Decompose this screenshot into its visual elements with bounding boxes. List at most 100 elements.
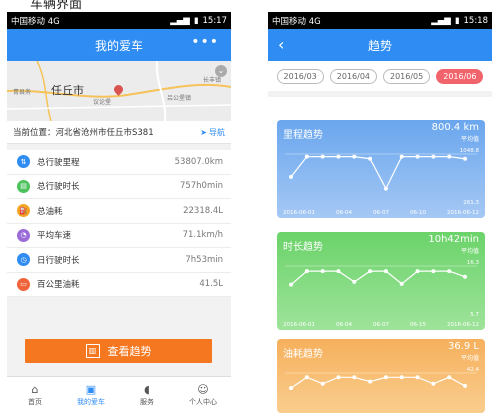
data-point	[320, 381, 325, 386]
stat-label: 总油耗	[37, 206, 63, 217]
data-point	[399, 154, 404, 159]
battery-icon: ▮	[193, 15, 199, 26]
stat-row[interactable]: ◔ 平均车速 71.1km/h	[7, 224, 231, 248]
status-bar: 中国移动 4G ▂▄▆ ▮ 15:18	[268, 12, 492, 29]
stat-row[interactable]: ▭ 百公里油耗 41.5L	[7, 273, 231, 297]
stat-label: 总行驶里程	[37, 157, 80, 168]
fuel-icon: ⛽	[17, 204, 30, 218]
trend-line-chart: 42.4	[285, 367, 480, 391]
tab-headset[interactable]: ◖ 服务	[119, 377, 175, 413]
map-view[interactable]: 青县务 议论堡 吕公堡镇 长丰镇 任丘市 ⌄	[7, 61, 231, 121]
data-point	[304, 269, 309, 274]
trend-card[interactable]: 里程趋势 800.4 km 平均值 1048.8 261.3 2016-06-01 06-0…	[277, 120, 485, 218]
x-tick-label: 06-04	[335, 210, 352, 216]
x-tick-label: 06-07	[372, 322, 389, 328]
stat-row[interactable]: ◷ 日行驶时长 7h53min	[7, 248, 231, 273]
x-tick-label: 2016-06-01	[283, 322, 315, 328]
card-avg-label: 平均值	[460, 248, 479, 255]
top-bar: 我的爱车 •••	[7, 29, 231, 61]
stat-value: 53807.0km	[174, 156, 223, 167]
data-point	[415, 375, 420, 380]
data-point	[352, 279, 357, 284]
card-title: 油耗趋势	[283, 349, 323, 360]
data-point	[383, 375, 388, 380]
compass-icon[interactable]: ⌄	[215, 65, 227, 77]
speed-icon: ◔	[17, 228, 30, 242]
x-tick-label: 2016-06-12	[446, 322, 479, 328]
stat-row[interactable]: ▤ 总行驶时长 757h0min	[7, 175, 231, 199]
data-point	[304, 154, 309, 159]
series-line	[290, 156, 466, 190]
month-button[interactable]: 2016/05	[383, 68, 431, 84]
trend-screen: 中国移动 4G ▂▄▆ ▮ 15:18 ‹ 趋势 2016/03 2016/04 2…	[268, 12, 492, 413]
top-bar: ‹ 趋势	[268, 29, 492, 61]
data-point	[289, 174, 293, 179]
data-point	[289, 386, 293, 391]
card-avg-label: 平均值	[460, 355, 479, 362]
month-selector: 2016/03 2016/04 2016/05 2016/06	[268, 61, 492, 97]
card-value: 10h42min	[428, 234, 479, 245]
data-point	[447, 154, 452, 159]
trend-icon: ▥	[85, 344, 100, 358]
view-trend-button[interactable]: ▥ 查看趋势	[25, 339, 212, 363]
max-label: 16.3	[467, 260, 480, 266]
trend-card[interactable]: 时长趋势 10h42min 平均值 16.3 5.7 2016-06-01 06-04 06-…	[277, 232, 485, 330]
clock-icon: ▤	[17, 179, 30, 193]
data-point	[336, 154, 341, 159]
alarm-icon: ◷	[17, 253, 30, 267]
tab-label: 个人中心	[189, 397, 217, 406]
data-point	[304, 375, 309, 380]
bottom-tab-bar: ⌂ 首页 ▣ 我的爱车 ◖ 服务 ☺ 个人中心	[7, 376, 231, 413]
max-label: 42.4	[467, 367, 480, 373]
stat-value: 7h53min	[185, 254, 223, 265]
data-point	[431, 381, 436, 386]
data-point	[289, 282, 293, 287]
tab-car[interactable]: ▣ 我的爱车	[63, 377, 119, 413]
data-point	[320, 269, 325, 274]
data-point	[383, 269, 388, 274]
tab-label: 我的爱车	[77, 397, 105, 406]
map-city: 任丘市	[51, 84, 84, 97]
series-line	[290, 376, 466, 389]
tab-user[interactable]: ☺ 个人中心	[175, 377, 231, 413]
tab-home[interactable]: ⌂ 首页	[7, 377, 63, 413]
car-icon: ▣	[85, 382, 97, 396]
stats-list: ⇅ 总行驶里程 53807.0km ▤ 总行驶时长 757h0min ⛽ 总油耗 22318.4…	[7, 150, 231, 297]
x-tick-label: 06-04	[335, 322, 352, 328]
time-label: 15:17	[202, 15, 228, 26]
x-axis-labels: 2016-06-01 06-04 06-07 06-15 2016-06-12	[283, 322, 479, 328]
data-point	[463, 274, 467, 279]
x-tick-label: 06-07	[372, 210, 389, 216]
navigate-button[interactable]: ➤ 导航	[200, 127, 225, 138]
stat-value: 41.5L	[199, 279, 223, 290]
month-button[interactable]: 2016/03	[276, 68, 324, 84]
more-dots-icon[interactable]: •••	[191, 34, 219, 50]
current-location: 当前位置：河北省沧州市任丘市S381	[13, 128, 154, 138]
user-icon: ☺	[197, 382, 209, 396]
card-value: 36.9 L	[447, 341, 479, 352]
back-arrow-icon[interactable]: ‹	[278, 35, 284, 54]
data-point	[399, 375, 404, 380]
data-point	[463, 383, 467, 388]
page-caption: 车辆界面	[30, 0, 83, 12]
month-button[interactable]: 2016/06	[436, 68, 484, 84]
card-title: 时长趋势	[283, 242, 323, 253]
data-point	[431, 154, 436, 159]
month-button[interactable]: 2016/04	[329, 68, 377, 84]
stat-row[interactable]: ⛽ 总油耗 22318.4L	[7, 199, 231, 224]
data-point	[447, 375, 452, 380]
trend-card[interactable]: 油耗趋势 36.9 L 平均值 42.4	[277, 339, 485, 413]
x-axis-labels: 2016-06-01 06-04 06-07 06-10 2016-06-12	[283, 210, 479, 216]
card-header: 油耗趋势 36.9 L 平均值	[277, 339, 485, 363]
card-title: 里程趋势	[283, 130, 323, 141]
series-line	[290, 270, 466, 286]
road-icon: ⇅	[17, 155, 30, 169]
stat-row[interactable]: ⇅ 总行驶里程 53807.0km	[7, 150, 231, 175]
data-point	[447, 269, 452, 274]
data-point	[352, 375, 357, 380]
time-label: 15:18	[463, 15, 489, 26]
current-location-bar: 当前位置：河北省沧州市任丘市S381 ➤ 导航	[7, 121, 231, 144]
stat-value: 757h0min	[179, 181, 223, 192]
trend-line-chart: 16.3 5.7	[285, 260, 480, 318]
data-point	[320, 154, 325, 159]
